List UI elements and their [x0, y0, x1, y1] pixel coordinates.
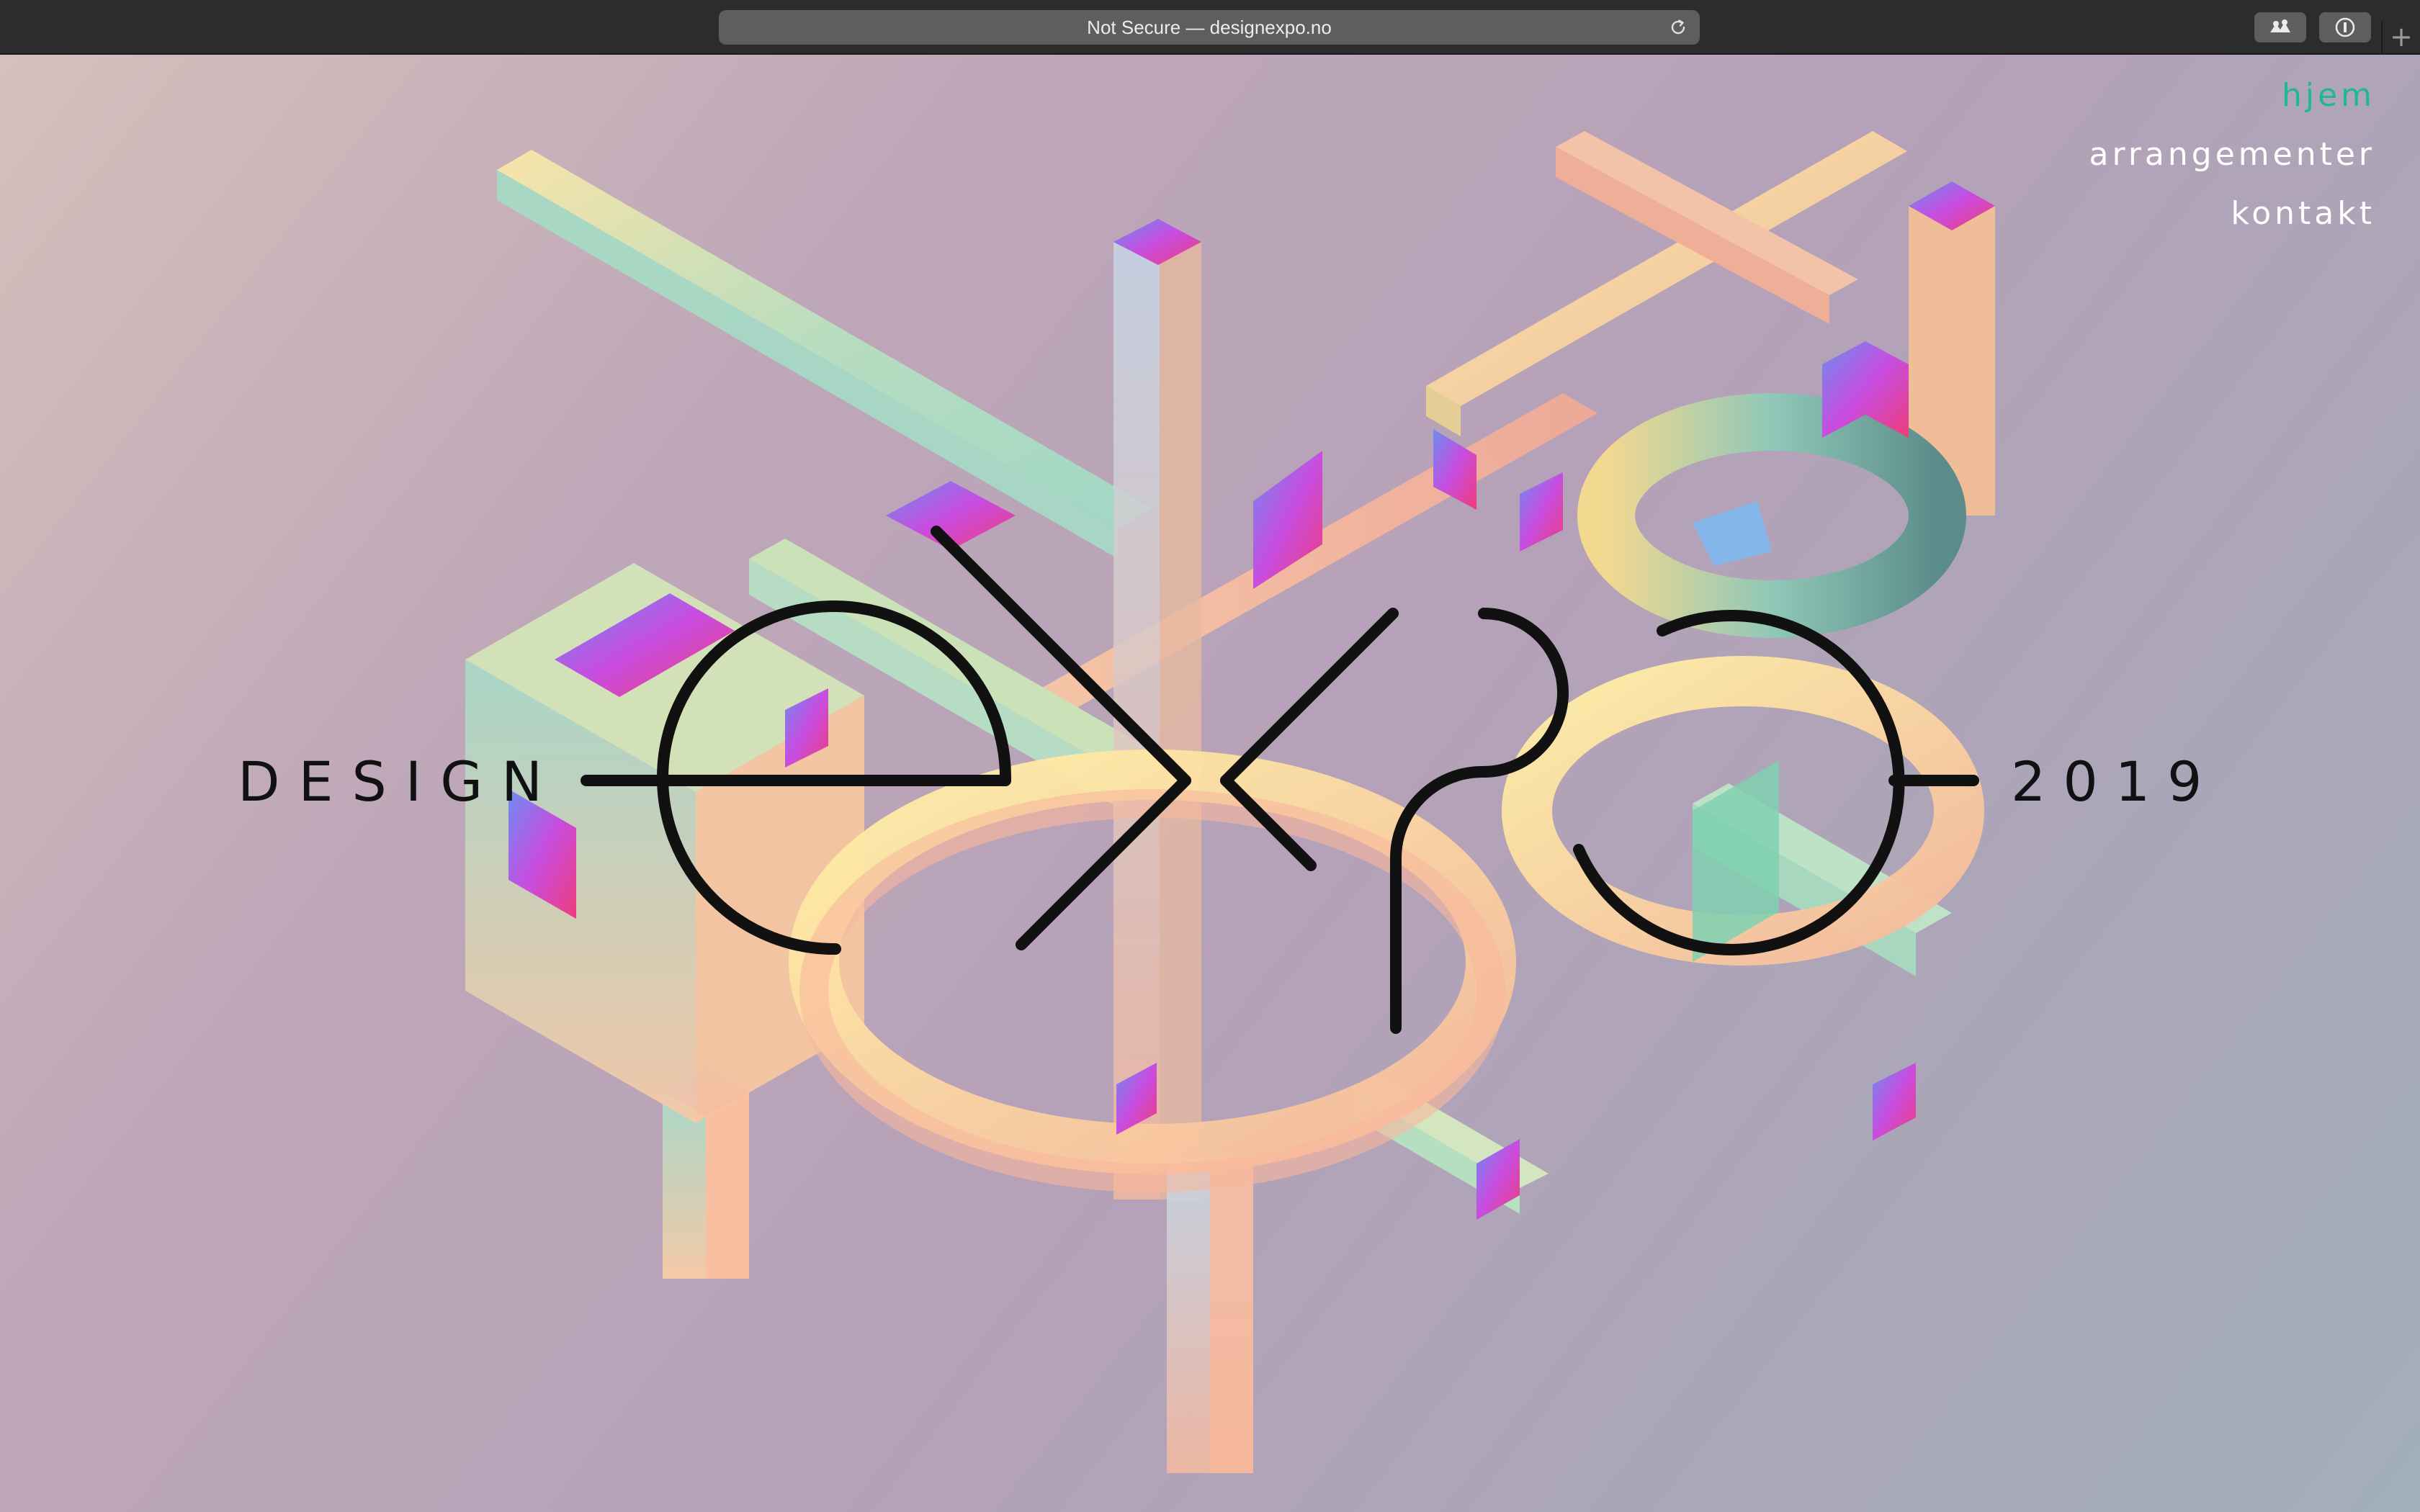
- browser-toolbar: Not Secure — designexpo.no +: [0, 0, 2420, 55]
- nav-item-hjem[interactable]: hjem: [2089, 66, 2375, 125]
- hero-word-design: DESIGN: [238, 750, 561, 814]
- web-page: hjem arrangementer kontakt DESIGN 2019: [0, 55, 2420, 1512]
- password-manager-button[interactable]: [2319, 12, 2371, 42]
- nav-item-arrangementer[interactable]: arrangementer: [2089, 125, 2375, 184]
- password-icon: [2335, 17, 2355, 37]
- nav-item-kontakt[interactable]: kontakt: [2089, 184, 2375, 243]
- reload-icon[interactable]: [1668, 17, 1688, 37]
- puzzle-icon: [2270, 19, 2290, 32]
- address-text: Not Secure — designexpo.no: [1087, 16, 1332, 38]
- hero-word-year: 2019: [2011, 750, 2220, 814]
- main-nav: hjem arrangementer kontakt: [2089, 66, 2375, 243]
- new-tab-button[interactable]: +: [2381, 22, 2420, 55]
- extension-button[interactable]: [2254, 12, 2306, 42]
- address-bar[interactable]: Not Secure — designexpo.no: [719, 10, 1700, 45]
